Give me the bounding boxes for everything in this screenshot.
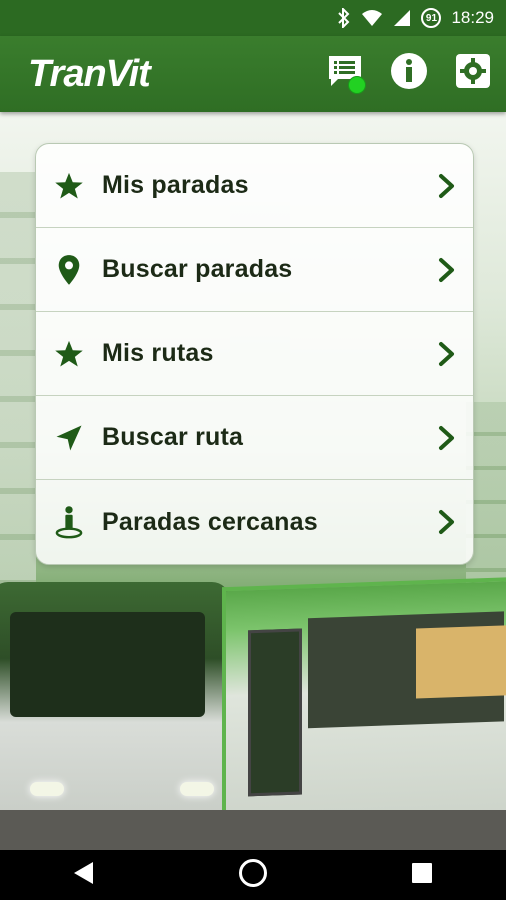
menu-item-mis-paradas[interactable]: Mis paradas — [36, 144, 473, 228]
chevron-right-icon — [437, 509, 457, 535]
menu-item-label: Buscar paradas — [102, 255, 293, 283]
rails — [0, 810, 506, 850]
app-title: TranVit — [28, 52, 151, 95]
location-pin-icon — [52, 253, 86, 287]
menu-item-paradas-cercanas[interactable]: Paradas cercanas — [36, 480, 473, 564]
home-icon — [238, 858, 268, 893]
bluetooth-icon — [337, 8, 351, 28]
back-icon — [73, 861, 95, 890]
settings-button[interactable] — [454, 53, 492, 94]
menu-item-label: Mis rutas — [102, 339, 214, 367]
notification-dot — [348, 76, 366, 94]
info-button[interactable] — [390, 52, 428, 95]
navigation-arrow-icon — [52, 421, 86, 455]
app-bar: TranVit — [0, 36, 506, 112]
recents-icon — [410, 861, 434, 890]
main-menu: Mis paradas Buscar paradas Mis rutas Bus… — [35, 143, 474, 565]
system-nav-bar — [0, 850, 506, 900]
chevron-right-icon — [437, 173, 457, 199]
menu-item-buscar-ruta[interactable]: Buscar ruta — [36, 396, 473, 480]
bus-image — [0, 582, 230, 837]
chevron-right-icon — [437, 425, 457, 451]
menu-item-label: Paradas cercanas — [102, 507, 318, 536]
chevron-right-icon — [437, 257, 457, 283]
wifi-icon — [361, 9, 383, 27]
person-location-icon — [52, 505, 86, 539]
status-bar: 91 18:29 — [0, 0, 506, 36]
menu-item-buscar-paradas[interactable]: Buscar paradas — [36, 228, 473, 312]
back-button[interactable] — [54, 850, 114, 900]
signal-icon — [393, 9, 411, 27]
menu-item-label: Mis paradas — [102, 171, 249, 199]
star-icon — [52, 337, 86, 371]
star-icon — [52, 169, 86, 203]
battery-icon: 91 — [421, 8, 442, 28]
chevron-right-icon — [437, 341, 457, 367]
recents-button[interactable] — [392, 850, 452, 900]
app-bar-actions — [326, 52, 492, 95]
tram-image — [222, 576, 506, 850]
menu-item-mis-rutas[interactable]: Mis rutas — [36, 312, 473, 396]
home-button[interactable] — [223, 850, 283, 900]
menu-item-label: Buscar ruta — [102, 423, 244, 451]
info-icon — [390, 52, 428, 95]
messages-button[interactable] — [326, 54, 366, 94]
clock: 18:29 — [451, 8, 494, 27]
settings-icon — [455, 53, 491, 94]
